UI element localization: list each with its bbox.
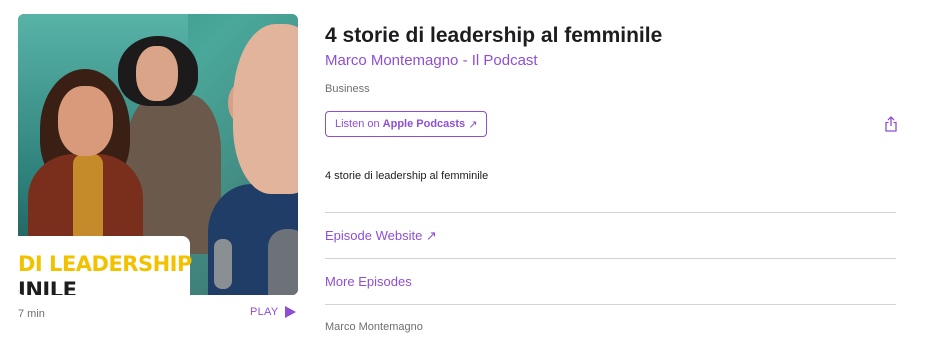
listen-brand: Apple Podcasts: [382, 118, 466, 130]
play-label: PLAY: [250, 306, 279, 318]
external-link-icon: ↗: [468, 118, 478, 131]
microphone-stand: [214, 239, 232, 289]
show-link[interactable]: Marco Montemagno - Il Podcast: [325, 52, 538, 69]
artwork-title-line2: INILE: [18, 278, 77, 295]
play-icon: [284, 306, 296, 318]
episode-title: 4 storie di leadership al femminile: [325, 24, 663, 47]
divider: [325, 258, 896, 259]
divider: [325, 212, 896, 213]
more-episodes-link[interactable]: More Episodes: [325, 274, 412, 289]
episode-author: Marco Montemagno: [325, 321, 423, 333]
episode-duration: 7 min: [18, 308, 45, 320]
artwork-person-scarf: [73, 154, 103, 244]
listen-on-apple-podcasts-button[interactable]: Listen on Apple Podcasts ↗: [325, 111, 488, 137]
episode-artwork: DI LEADERSHIP INILE: [18, 14, 298, 295]
artwork-person-face: [136, 46, 178, 101]
artwork-person-face: [58, 86, 113, 156]
divider: [325, 304, 896, 305]
episode-category: Business: [325, 83, 370, 95]
artwork-person-face: [233, 24, 298, 194]
listen-prefix: Listen on: [335, 118, 380, 130]
play-button[interactable]: PLAY: [250, 306, 296, 318]
artwork-title-line1: DI LEADERSHIP: [18, 252, 192, 276]
share-icon[interactable]: [884, 116, 898, 132]
episode-website-link[interactable]: Episode Website ↗: [325, 228, 437, 244]
microphone: [268, 229, 298, 295]
episode-description: 4 storie di leadership al femminile: [325, 170, 489, 182]
